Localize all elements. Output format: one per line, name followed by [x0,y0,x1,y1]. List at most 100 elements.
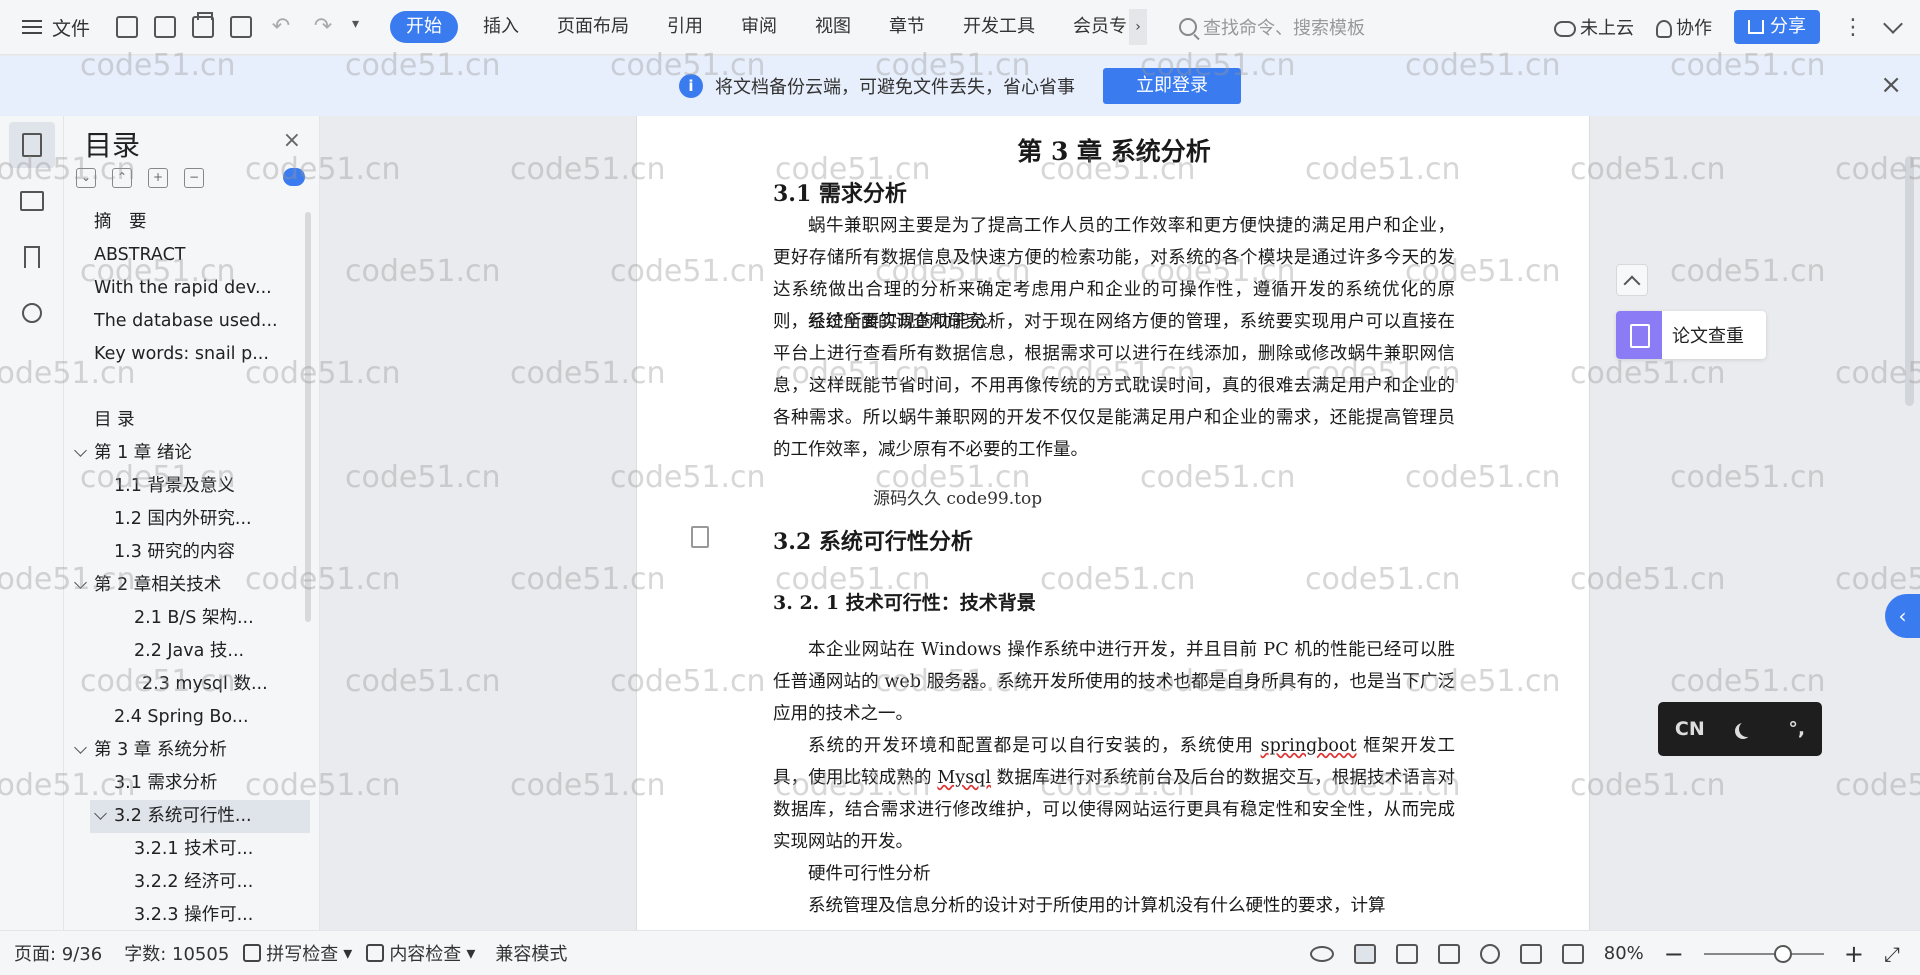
toc-item[interactable]: 1.1 背景及意义 [70,470,310,503]
fit-page-icon[interactable] [1561,943,1584,964]
chevron-down-icon[interactable]: ▾ [352,16,366,38]
chevron-down-icon[interactable] [1883,14,1903,34]
chevron-up-icon[interactable]: ⌃ [112,168,132,188]
find-panel-button[interactable] [9,290,55,336]
pen-icon[interactable] [1519,943,1542,964]
toc-item[interactable]: 1.2 国内外研究... [70,503,310,536]
chevron-down-icon[interactable] [74,444,87,457]
save-as-icon[interactable] [154,16,176,38]
toc-scrollbar[interactable] [305,212,311,622]
content-check-button[interactable]: 内容检查 ▾ [366,940,475,966]
thesis-check-label: 论文查重 [1672,326,1744,347]
redo-icon[interactable]: ↷ [310,16,336,38]
toc-item[interactable]: 2.4 Spring Bo... [70,701,310,734]
print-preview-icon[interactable] [230,16,252,38]
toc-item[interactable]: 3.1 需求分析 [70,767,310,800]
tab-references[interactable]: 引用 [648,11,722,43]
thesis-check-button[interactable]: 论文查重 [1616,311,1766,359]
toc-item[interactable]: 2.3 mysql 数... [70,668,310,701]
page-indicator[interactable]: 页面: 9/36 [14,940,102,966]
more-options-icon[interactable]: ⋮ [1842,15,1864,40]
spelling-flag[interactable]: springboot [1261,736,1357,756]
zoom-level[interactable]: 80% [1604,943,1644,964]
close-icon[interactable]: × [1880,72,1902,98]
toc-item[interactable]: Key words: snail p... [70,338,310,371]
word-count[interactable]: 字数: 10505 [124,940,229,966]
toc-panel-button[interactable] [9,122,55,168]
navigation-panel-button[interactable] [9,178,55,224]
chevron-down-icon[interactable] [94,807,107,820]
content-check-label: 内容检查 [389,944,462,965]
toc-item[interactable]: 摘 要 [70,206,310,239]
command-search[interactable]: 查找命令、搜索模板 [1179,14,1499,40]
zoom-slider-knob[interactable] [1773,944,1792,963]
reading-view-icon[interactable] [1437,943,1460,964]
web-view-icon[interactable] [1479,943,1500,964]
toc-item[interactable]: 第 1 章 绪论 [70,437,310,470]
search-icon [1179,18,1197,36]
ime-punctuation[interactable]: °, [1788,718,1805,740]
close-icon[interactable]: × [283,128,301,153]
tab-home[interactable]: 开始 [390,11,458,43]
ai-assistant-icon[interactable] [283,168,305,186]
toc-item[interactable]: 2.2 Java 技... [70,635,310,668]
paragraph-layout-icon[interactable] [691,526,709,548]
toc-item[interactable]: 目 录 [70,404,310,437]
eye-icon[interactable] [1309,945,1334,962]
tab-sections[interactable]: 章节 [870,11,944,43]
toc-item[interactable]: 3.2.3 操作可... [70,899,310,930]
tab-page-layout[interactable]: 页面布局 [538,11,648,43]
toc-item[interactable]: 3.2.2 经济可... [70,866,310,899]
share-button[interactable]: 分享 [1734,10,1820,44]
tab-review[interactable]: 审阅 [722,11,796,43]
toc-item[interactable] [70,371,310,404]
chevron-down-icon[interactable] [74,576,87,589]
spell-check-button[interactable]: 拼写检查 ▾ [243,940,352,966]
zoom-slider[interactable] [1703,944,1824,963]
minus-icon[interactable]: − [184,168,204,188]
document-scrollbar[interactable] [1900,116,1920,930]
tab-insert[interactable]: 插入 [464,11,538,43]
toc-item[interactable]: The database used... [70,305,310,338]
ime-language[interactable]: CN [1675,718,1705,740]
toc-item[interactable]: 第 3 章 系统分析 [70,734,310,767]
toc-item[interactable]: 第 2 章相关技术 [70,569,310,602]
file-menu[interactable]: 文件 [0,14,110,41]
spelling-flag[interactable]: Mysql [937,768,991,788]
fullscreen-icon[interactable]: ⤢ [1884,942,1900,966]
toc-item[interactable]: 1.3 研究的内容 [70,536,310,569]
user-add-icon [1656,20,1672,38]
toc-item-label: 1.1 背景及意义 [114,476,235,496]
scrollbar-thumb[interactable] [1905,156,1914,406]
cloud-status-button[interactable]: 未上云 [1554,14,1634,40]
toc-item[interactable]: 2.1 B/S 架构... [70,602,310,635]
outline-view-icon[interactable] [1395,943,1418,964]
login-button[interactable]: 立即登录 [1103,68,1241,104]
document-page[interactable]: 第 3 章 系统分析 3.1 需求分析 蜗牛兼职网主要是为了提高工作人员的工作效… [636,116,1590,930]
collab-button[interactable]: 协作 [1656,14,1712,40]
moon-icon[interactable] [1739,721,1755,737]
chevron-down-icon[interactable]: ⌄ [76,168,96,188]
ime-toolbar[interactable]: CN °, [1658,702,1822,756]
zoom-out-icon[interactable]: − [1664,940,1684,968]
page-view-icon[interactable] [1353,943,1376,964]
undo-icon[interactable]: ↶ [268,16,294,38]
subsection-heading: 3. 2. 1 技术可行性：技术背景 [773,592,1036,614]
zoom-in-icon[interactable]: + [1844,940,1864,968]
tab-developer[interactable]: 开发工具 [944,11,1054,43]
tabs-more-button[interactable]: › [1129,9,1147,45]
tab-view[interactable]: 视图 [796,11,870,43]
collapse-panel-button[interactable] [1616,264,1648,296]
toc-item[interactable]: 3.2.1 技术可... [70,833,310,866]
print-icon[interactable] [192,12,214,38]
chevron-down-icon[interactable] [74,741,87,754]
tab-member[interactable]: 会员专 [1054,11,1129,43]
save-icon[interactable] [116,16,138,38]
cloud-status-label: 未上云 [1580,18,1634,39]
add-icon[interactable]: + [148,168,168,188]
spell-check-label: 拼写检查 [266,944,339,965]
toc-item[interactable]: ABSTRACT [70,239,310,272]
bookmark-panel-button[interactable] [9,234,55,280]
toc-item[interactable]: 3.2 系统可行性... [90,800,310,833]
toc-item[interactable]: With the rapid dev... [70,272,310,305]
